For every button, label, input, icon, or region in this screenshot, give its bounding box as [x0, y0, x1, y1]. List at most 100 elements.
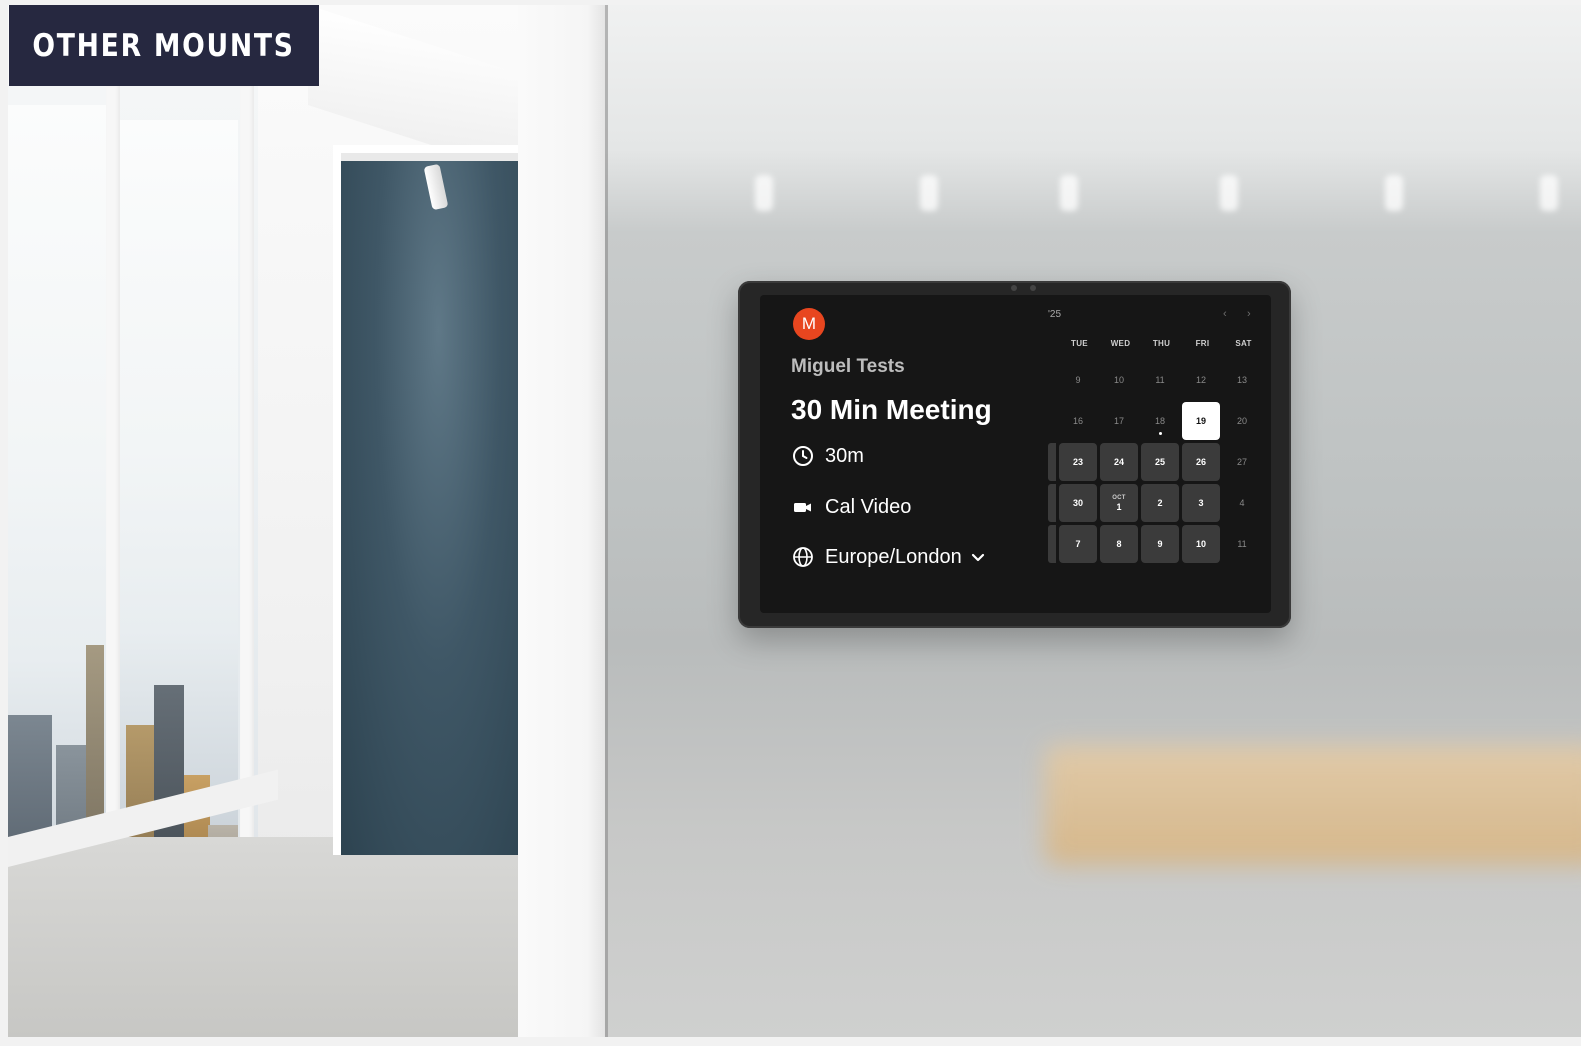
calendar-day-number: 30 — [1072, 498, 1083, 508]
calendar-day-number: 23 — [1072, 457, 1083, 467]
weekday-label: TUE — [1071, 339, 1088, 348]
calendar-day: 27 — [1223, 443, 1261, 481]
calendar-day[interactable]: 26 — [1182, 443, 1220, 481]
calendar-day: 9 — [1059, 361, 1097, 399]
calendar-week-row: 23 24 25 26 27 — [1059, 443, 1264, 484]
previous-month-button[interactable]: ‹ — [1223, 308, 1227, 320]
calendar-week-row: 9 10 11 12 13 — [1059, 361, 1264, 402]
calendar-day: 18 — [1141, 402, 1179, 440]
ceiling-light — [1385, 175, 1403, 211]
calendar-day: 13 — [1223, 361, 1261, 399]
calendar-day-number: 2 — [1157, 498, 1163, 508]
booking-screen: M Miguel Tests 30 Min Meeting 30m Cal Vi… — [760, 295, 1271, 613]
calendar-week-row: 7 8 9 10 11 — [1059, 525, 1264, 566]
calendar-day-number: 11 — [1237, 539, 1247, 549]
ceiling-light — [755, 175, 773, 211]
calendar-week-row: 30 OCT 1 2 3 4 — [1059, 484, 1264, 525]
calendar-day-number: 11 — [1155, 375, 1165, 385]
calendar-week-row: 16 17 18 19 20 — [1059, 402, 1264, 443]
ceiling-light — [1540, 175, 1558, 211]
ceiling-light — [1060, 175, 1078, 211]
calendar-day[interactable]: 10 — [1182, 525, 1220, 563]
calendar-day-number: 27 — [1236, 457, 1247, 467]
calendar-month-marker: OCT — [1112, 494, 1126, 501]
host-avatar-initial: M — [801, 314, 817, 333]
today-indicator-dot — [1158, 432, 1162, 435]
calendar-day-number: 9 — [1157, 539, 1163, 549]
location-value: Cal Video — [825, 495, 912, 518]
next-month-button[interactable]: › — [1247, 308, 1251, 320]
calendar-day[interactable]: 9 — [1141, 525, 1179, 563]
weekday-header: TUE WED THU FRI SAT — [1059, 339, 1264, 348]
calendar-day: 10 — [1100, 361, 1138, 399]
calendar-day[interactable]: 8 — [1100, 525, 1138, 563]
calendar-day[interactable]: 30 — [1059, 484, 1097, 522]
calendar-day-number: 3 — [1198, 498, 1204, 508]
weekday-label: SAT — [1235, 339, 1252, 348]
blurred-table — [1045, 745, 1581, 865]
white-pillar — [518, 5, 605, 1037]
calendar-day-number: 10 — [1113, 375, 1124, 385]
concrete-floor — [8, 837, 605, 1037]
section-badge: OTHER MOUNTS — [9, 5, 319, 86]
calendar-day-number: 24 — [1113, 457, 1124, 467]
weekday-label: FRI — [1195, 339, 1210, 348]
wall-mounted-tablet: M Miguel Tests 30 Min Meeting 30m Cal Vi… — [738, 281, 1291, 628]
calendar-day-number: 12 — [1195, 375, 1206, 385]
timezone-selector[interactable]: Europe/London — [791, 545, 986, 569]
blue-door — [341, 155, 518, 855]
calendar-day-number: 10 — [1195, 539, 1206, 549]
calendar-day-number: 4 — [1239, 498, 1245, 508]
location-row: Cal Video — [791, 495, 911, 519]
calendar-day[interactable]: 23 — [1059, 443, 1097, 481]
duration-row: 30m — [791, 444, 864, 468]
previous-day-cell-edge — [1048, 525, 1056, 563]
calendar-day-number: 16 — [1072, 416, 1083, 426]
calendar-month-label: '25 — [1048, 309, 1062, 320]
calendar-grid: 9 10 11 12 13 16 17 18 19 20 23 24 25 26 27 30 OCT 1 2 3 4 7 8… — [1059, 361, 1264, 566]
calendar-day-number: 19 — [1195, 416, 1206, 426]
tablet-sensor — [1030, 285, 1036, 291]
calendar-day-selected[interactable]: 19 — [1182, 402, 1220, 440]
calendar-day[interactable]: 3 — [1182, 484, 1220, 522]
event-title: 30 Min Meeting — [791, 394, 992, 425]
calendar-day-number: 8 — [1116, 539, 1122, 549]
left-room-photo — [8, 5, 605, 1037]
section-badge-label: OTHER MOUNTS — [32, 27, 296, 64]
calendar-day[interactable]: 2 — [1141, 484, 1179, 522]
calendar-day-number: 1 — [1116, 501, 1122, 512]
video-camera-icon — [791, 495, 815, 519]
calendar-day: 11 — [1141, 361, 1179, 399]
calendar-day-number: 7 — [1075, 539, 1081, 549]
clock-icon — [791, 444, 815, 468]
calendar-day-number: 17 — [1113, 416, 1124, 426]
photo-scene: OTHER MOUNTS M Miguel Tests 30 Min Meeti… — [0, 0, 1581, 1046]
duration-value: 30m — [825, 444, 864, 467]
calendar-day: 17 — [1100, 402, 1138, 440]
host-name: Miguel Tests — [791, 356, 905, 377]
globe-icon — [791, 545, 815, 569]
host-avatar: M — [793, 308, 825, 340]
track-light-rail — [341, 153, 518, 161]
previous-day-cell-edge — [1048, 443, 1056, 481]
calendar-day-number: 20 — [1236, 416, 1247, 426]
timezone-value: Europe/London — [825, 545, 962, 568]
calendar-day[interactable]: 25 — [1141, 443, 1179, 481]
chevron-down-icon — [970, 549, 986, 565]
calendar-day-number: 25 — [1154, 457, 1165, 467]
calendar-day: 11 — [1223, 525, 1261, 563]
weekday-label: WED — [1110, 339, 1131, 348]
calendar-day: 20 — [1223, 402, 1261, 440]
calendar-day[interactable]: OCT 1 — [1100, 484, 1138, 522]
calendar-day: 16 — [1059, 402, 1097, 440]
calendar-day-number: 13 — [1236, 375, 1247, 385]
calendar-day: 12 — [1182, 361, 1220, 399]
calendar-day[interactable]: 24 — [1100, 443, 1138, 481]
weekday-label: THU — [1152, 339, 1171, 348]
tablet-camera — [1011, 285, 1017, 291]
calendar-day: 4 — [1223, 484, 1261, 522]
calendar-day[interactable]: 7 — [1059, 525, 1097, 563]
previous-day-cell-edge — [1048, 484, 1056, 522]
calendar-day-number: 9 — [1075, 375, 1081, 385]
calendar-day-number: 26 — [1195, 457, 1206, 467]
